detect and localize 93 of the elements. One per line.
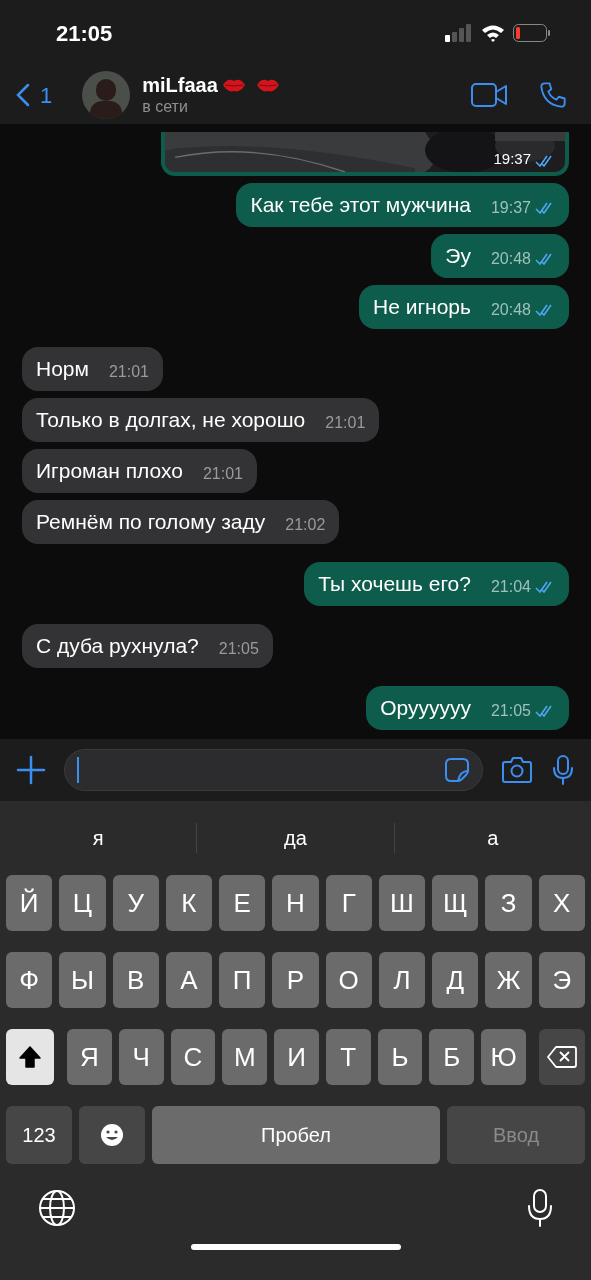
incoming-message[interactable]: Ремнём по голому заду 21:02 (22, 500, 340, 544)
message-input[interactable] (64, 749, 483, 791)
outgoing-message[interactable]: Оруууууу 21:05 (366, 686, 569, 730)
keyboard-key[interactable]: Ш (378, 875, 426, 931)
message-text: Эу (445, 244, 471, 268)
chevron-left-icon (16, 83, 30, 107)
keyboard-key[interactable]: Л (378, 952, 426, 1008)
backspace-key[interactable] (539, 1029, 586, 1085)
contact-name[interactable]: miLfaaa (142, 73, 218, 97)
battery-icon (513, 24, 551, 42)
message-time: 21:02 (285, 516, 326, 534)
outgoing-message[interactable]: Как тебе этот мужчина 19:37 (236, 183, 569, 227)
keyboard-key[interactable]: Р (272, 952, 319, 1008)
dictation-icon[interactable] (527, 1188, 553, 1228)
message-text: Оруууууу (380, 696, 471, 720)
incoming-message[interactable]: Норм 21:01 (22, 347, 163, 391)
outgoing-message[interactable]: Эу 20:48 (431, 234, 569, 278)
keyboard-key[interactable]: Я (67, 1029, 112, 1085)
incoming-message[interactable]: Только в долгах, не хорошо 21:01 (22, 398, 380, 442)
message-time: 19:37 (493, 148, 531, 169)
keyboard-key[interactable]: А (165, 952, 213, 1008)
keyboard-key[interactable]: Н (272, 875, 319, 931)
smiley-icon (99, 1122, 125, 1148)
keyboard-key[interactable]: Д (432, 952, 479, 1008)
clock-time: 21:05 (56, 19, 113, 48)
keyboard-key[interactable]: Э (538, 952, 585, 1008)
keyboard-key[interactable]: К (165, 875, 213, 931)
message-time: 19:37 (490, 199, 531, 217)
message-time: 21:04 (490, 578, 531, 596)
keyboard-key[interactable]: В (112, 952, 159, 1008)
keyboard-key[interactable]: Ю (481, 1029, 527, 1085)
message-time: 21:05 (490, 702, 531, 720)
message-text: С дуба рухнула? (36, 634, 199, 658)
message-text: Как тебе этот мужчина (250, 193, 471, 217)
signal-icon (445, 24, 473, 42)
keyboard-key[interactable]: Х (538, 875, 585, 931)
globe-icon[interactable] (38, 1189, 76, 1227)
microphone-icon[interactable] (551, 754, 575, 786)
suggestion-item[interactable]: я (84, 823, 112, 853)
shift-icon (18, 1045, 42, 1069)
wifi-icon (481, 24, 505, 42)
space-key[interactable]: Пробел (152, 1106, 440, 1164)
outgoing-message[interactable]: Ты хочешь его? 21:04 (304, 562, 569, 606)
keyboard-key[interactable]: Е (219, 875, 266, 931)
message-text: Игроман плохо (36, 459, 183, 483)
keyboard-key[interactable]: Щ (432, 875, 479, 931)
message-text: Не игнорь (373, 295, 471, 319)
keyboard-key[interactable]: И (274, 1029, 319, 1085)
incoming-message[interactable]: С дуба рухнула? 21:05 (22, 624, 273, 668)
keyboard-key[interactable]: У (112, 875, 159, 931)
emoji-key[interactable] (79, 1106, 145, 1164)
back-button[interactable]: 1 (16, 78, 53, 112)
keyboard-key[interactable]: Ф (6, 952, 53, 1008)
message-time: 21:01 (202, 465, 243, 483)
keyboard-key[interactable]: П (219, 952, 266, 1008)
camera-icon[interactable] (501, 756, 533, 784)
keyboard-key[interactable]: Т (325, 1029, 371, 1085)
outgoing-message[interactable]: Не игнорь 20:48 (359, 285, 569, 329)
lips-icon (221, 77, 246, 93)
suggestion-item[interactable]: а (479, 823, 507, 853)
message-text: Норм (36, 357, 89, 381)
message-text: Ты хочешь его? (318, 572, 471, 596)
backspace-icon (547, 1046, 578, 1068)
keyboard-key[interactable]: Ц (59, 875, 106, 931)
keyboard-key[interactable]: С (170, 1029, 216, 1085)
message-time: 20:48 (490, 301, 531, 319)
shift-key[interactable] (6, 1029, 54, 1085)
message-time: 20:48 (490, 250, 531, 268)
keyboard-key[interactable]: Ь (377, 1029, 423, 1085)
plus-icon[interactable] (16, 755, 46, 785)
message-time: 21:01 (108, 363, 149, 381)
video-call-icon[interactable] (471, 83, 507, 107)
keyboard-key[interactable]: О (325, 952, 372, 1008)
suggestion-item[interactable]: да (276, 823, 315, 853)
message-time: 21:01 (325, 414, 366, 432)
keyboard-key[interactable]: М (222, 1029, 268, 1085)
keyboard-key[interactable]: З (485, 875, 532, 931)
keyboard-key[interactable]: Ж (485, 952, 532, 1008)
numbers-key[interactable]: 123 (6, 1106, 72, 1164)
lips-icon (255, 77, 280, 93)
sticker-icon[interactable] (444, 757, 470, 783)
keyboard-key[interactable]: Ч (118, 1029, 164, 1085)
photo-message[interactable]: 19:37 (161, 132, 569, 176)
message-text: Ремнём по голому заду (36, 510, 266, 534)
keyboard-key[interactable]: Ы (59, 952, 106, 1008)
contact-status: в сети (142, 97, 189, 117)
message-time: 21:05 (218, 640, 259, 658)
incoming-message[interactable]: Игроман плохо 21:01 (22, 449, 257, 493)
phone-icon[interactable] (539, 81, 567, 109)
keyboard-key[interactable]: Й (6, 875, 53, 931)
keyboard-key[interactable]: Г (325, 875, 372, 931)
keyboard-key[interactable]: Б (429, 1029, 475, 1085)
message-text: Только в долгах, не хорошо (36, 408, 306, 432)
